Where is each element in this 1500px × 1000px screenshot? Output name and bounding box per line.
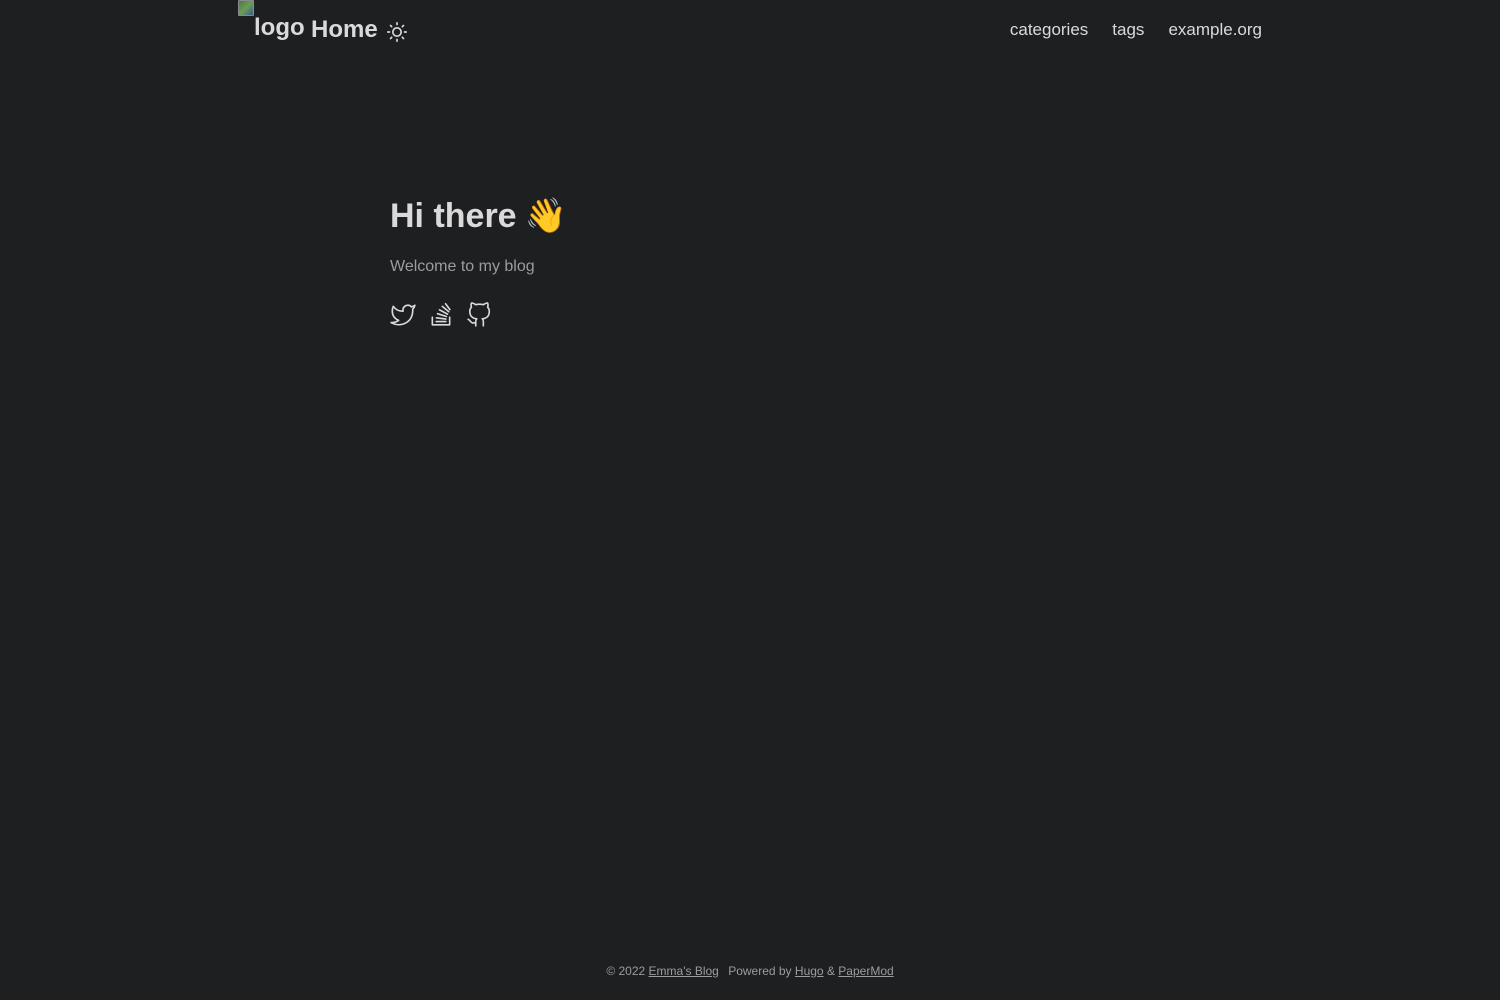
site-footer: © 2022 Emma's Blog Powered by Hugo & Pap… [0, 964, 1500, 978]
theme-toggle-button[interactable] [387, 22, 407, 43]
footer-site-link[interactable]: Emma's Blog [649, 964, 719, 978]
home-info: Hi there 👋 Welcome to my blog [390, 196, 567, 276]
twitter-link[interactable] [390, 302, 416, 328]
waving-hand-emoji: 👋 [524, 197, 567, 235]
home-link[interactable]: Home [311, 16, 378, 44]
menu-item-example-org[interactable]: example.org [1168, 20, 1262, 40]
logo-alt-text: logo [254, 14, 305, 41]
footer-powered-by: Powered by [728, 964, 792, 978]
github-link[interactable] [466, 302, 492, 328]
main-menu: categories tags example.org [1010, 20, 1262, 40]
social-icons [390, 302, 492, 328]
site-header: logo Home categories tags example.org [0, 0, 1500, 62]
sun-icon [387, 22, 407, 43]
logo-link[interactable]: logo [238, 0, 305, 62]
hero-subtitle: Welcome to my blog [390, 258, 535, 275]
hero-title-text: Hi there [390, 196, 517, 235]
twitter-icon [390, 304, 416, 326]
footer-hugo-link[interactable]: Hugo [795, 964, 824, 978]
stackoverflow-icon [431, 302, 451, 326]
broken-image-icon [238, 0, 254, 16]
menu-item-categories[interactable]: categories [1010, 20, 1088, 40]
footer-copyright: © 2022 [606, 964, 646, 978]
page-title: Hi there 👋 [390, 196, 567, 236]
footer-amp: & [826, 964, 835, 978]
stackoverflow-link[interactable] [428, 302, 454, 328]
footer-papermod-link[interactable]: PaperMod [838, 964, 893, 978]
github-icon [467, 302, 491, 327]
menu-item-tags[interactable]: tags [1112, 20, 1144, 40]
